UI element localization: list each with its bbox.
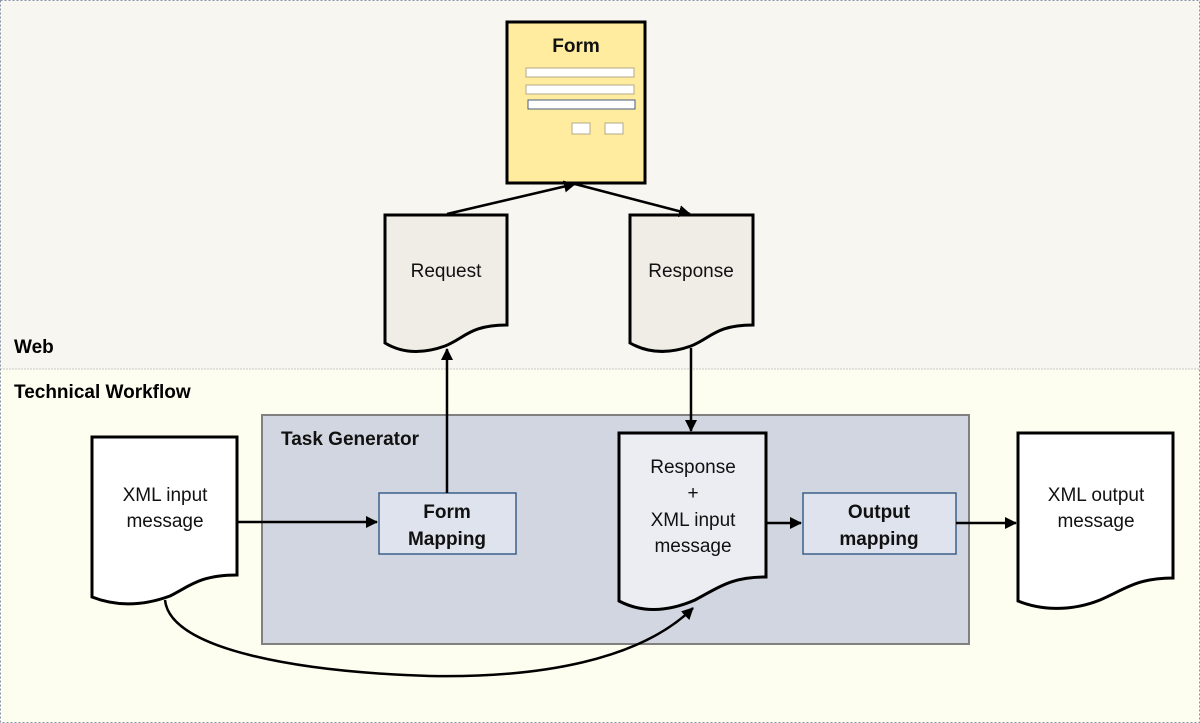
technical-workflow-lane-label: Technical Workflow: [14, 382, 191, 403]
form-mapping-label-line1: Form: [423, 502, 471, 523]
combined-label-line3: XML input: [651, 510, 737, 531]
xml-output-label-line2: message: [1057, 511, 1134, 532]
task-generator-label: Task Generator: [281, 429, 420, 450]
output-mapping-label-line1: Output: [848, 502, 911, 523]
form-field-1: [525, 67, 635, 78]
form-field-3: [527, 99, 636, 110]
xml-input-label-line1: XML input: [123, 485, 209, 506]
diagram-canvas: Web Technical Workflow Task Generator Fo…: [0, 0, 1200, 723]
form-button-1: [571, 122, 591, 135]
form-node[interactable]: Form: [505, 20, 647, 185]
request-document-label: Request: [411, 261, 482, 282]
response-document-label: Response: [648, 261, 734, 282]
combined-label-line4: message: [654, 536, 731, 557]
form-title: Form: [552, 36, 600, 57]
combined-label-line1: Response: [650, 457, 736, 478]
output-mapping-label-line2: mapping: [839, 529, 918, 550]
combined-label-line2: +: [687, 483, 698, 504]
web-lane-label: Web: [14, 337, 54, 358]
xml-input-label-line2: message: [126, 511, 203, 532]
xml-output-label-line1: XML output: [1048, 485, 1145, 506]
output-mapping-node[interactable]: Output mapping: [802, 492, 957, 555]
form-mapping-node[interactable]: Form Mapping: [378, 492, 517, 555]
form-mapping-label-line2: Mapping: [408, 529, 486, 550]
form-button-2: [604, 122, 624, 135]
form-field-2: [525, 84, 635, 95]
